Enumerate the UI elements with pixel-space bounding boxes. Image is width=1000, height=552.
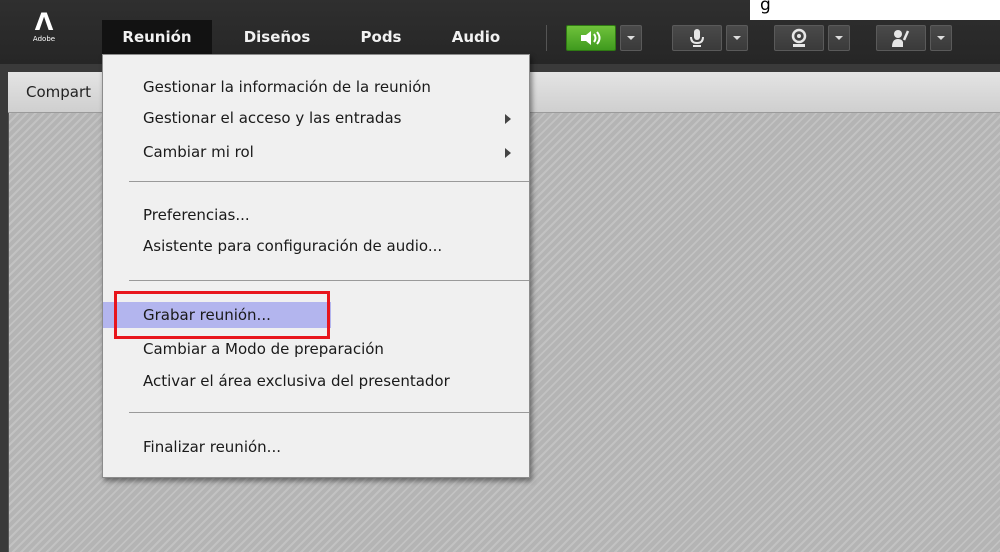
menu-item-preferences[interactable]: Preferencias... <box>103 202 529 228</box>
submenu-arrow-icon <box>505 148 511 158</box>
status-button[interactable] <box>876 25 926 51</box>
toolbar-separator <box>546 25 547 51</box>
menu-item-label: Asistente para configuración de audio... <box>143 237 443 255</box>
menu-separator <box>129 181 529 182</box>
menu-item-end-meeting[interactable]: Finalizar reunión... <box>103 434 529 460</box>
menu-item-label: Finalizar reunión... <box>143 438 281 456</box>
reunion-dropdown-menu: Gestionar la información de la reunión G… <box>102 54 530 478</box>
menu-item-label: Gestionar la información de la reunión <box>143 78 431 96</box>
menu-separator <box>129 412 529 413</box>
adobe-logo: Λ Adobe <box>26 10 62 50</box>
menu-item-change-role[interactable]: Cambiar mi rol <box>103 139 529 165</box>
menu-item-audio-setup-wizard[interactable]: Asistente para configuración de audio... <box>103 233 529 259</box>
speaker-dropdown-button[interactable] <box>620 25 642 51</box>
webcam-button[interactable] <box>774 25 824 51</box>
menu-disenos[interactable]: Diseños <box>222 20 332 54</box>
speaker-button[interactable] <box>566 25 616 51</box>
microphone-icon <box>673 26 721 50</box>
menu-item-presenter-only-area[interactable]: Activar el área exclusiva del presentado… <box>103 368 529 394</box>
webcam-dropdown-button[interactable] <box>828 25 850 51</box>
menu-item-label: Gestionar el acceso y las entradas <box>143 109 402 127</box>
speaker-icon <box>567 26 615 50</box>
cropped-header-text: g <box>750 0 1000 20</box>
menu-item-manage-meeting-info[interactable]: Gestionar la información de la reunión <box>103 74 529 100</box>
menu-item-label: Activar el área exclusiva del presentado… <box>143 372 450 390</box>
menu-item-switch-prepare-mode[interactable]: Cambiar a Modo de preparación <box>103 336 529 362</box>
menu-item-record-meeting[interactable]: Grabar reunión... <box>103 302 331 328</box>
webcam-icon <box>775 26 823 50</box>
menu-item-label: Cambiar mi rol <box>143 143 254 161</box>
menu-audio[interactable]: Audio <box>436 20 516 54</box>
menu-item-label: Grabar reunión... <box>143 306 271 324</box>
menu-item-label: Cambiar a Modo de preparación <box>143 340 384 358</box>
menu-separator <box>129 280 529 281</box>
share-pod-title: Compart <box>26 83 92 101</box>
submenu-arrow-icon <box>505 114 511 124</box>
menu-reunion[interactable]: Reunión <box>102 20 212 54</box>
cropped-header-text-value: g <box>760 0 771 15</box>
menu-pods[interactable]: Pods <box>346 20 416 54</box>
adobe-logo-icon: Λ <box>34 8 54 36</box>
raise-hand-icon <box>877 26 925 50</box>
status-dropdown-button[interactable] <box>930 25 952 51</box>
menu-item-manage-access[interactable]: Gestionar el acceso y las entradas <box>103 105 529 131</box>
microphone-dropdown-button[interactable] <box>726 25 748 51</box>
menu-item-label: Preferencias... <box>143 206 250 224</box>
adobe-logo-text: Adobe <box>32 35 56 43</box>
microphone-button[interactable] <box>672 25 722 51</box>
